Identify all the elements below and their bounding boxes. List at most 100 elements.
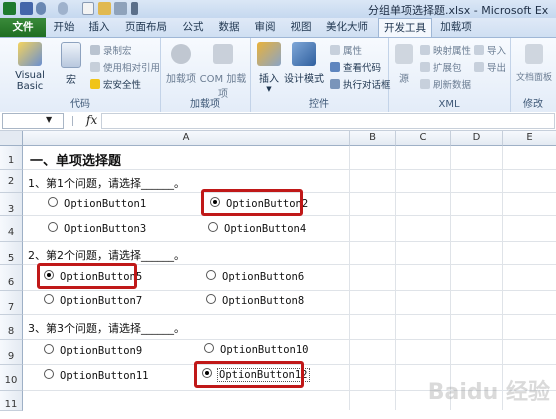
option-button-1[interactable]: OptionButton1	[48, 197, 146, 210]
expansion-pack-button[interactable]: 扩展包	[420, 60, 462, 74]
option-button-10[interactable]: OptionButton10	[204, 343, 309, 356]
row-header-9[interactable]: 9	[0, 340, 23, 365]
column-header-b[interactable]: B	[350, 131, 396, 146]
visual-basic-button[interactable]: Visual Basic	[4, 42, 56, 92]
import-button[interactable]: 导入	[474, 43, 506, 57]
option-button-3[interactable]: OptionButton3	[48, 222, 146, 235]
radio-icon	[44, 344, 54, 354]
select-all-corner[interactable]	[0, 131, 23, 146]
radio-icon	[206, 270, 216, 280]
tab-insert[interactable]: 插入	[82, 18, 116, 37]
map-properties-button[interactable]: 映射属性	[420, 43, 471, 57]
option-button-6[interactable]: OptionButton6	[206, 270, 304, 283]
tab-view[interactable]: 视图	[284, 18, 318, 37]
macros-icon	[61, 42, 81, 68]
save-icon[interactable]	[20, 2, 33, 15]
redo-icon[interactable]	[58, 2, 68, 15]
column-header-e[interactable]: E	[503, 131, 556, 146]
macros-button[interactable]: 宏	[60, 42, 82, 86]
question-1: 1、第1个问题，请选择______。	[28, 177, 185, 190]
insert-control-button[interactable]: 插入 ▼	[254, 42, 284, 93]
import-icon	[474, 45, 484, 55]
view-code-button[interactable]: 查看代码	[330, 60, 381, 74]
ribbon: Visual Basic 宏 录制宏 使用相对引用 宏安全性 代码 加载项 CO…	[0, 37, 556, 113]
watermark: Baidu 经验	[427, 380, 550, 405]
design-mode-icon	[292, 42, 316, 66]
fx-icon[interactable]: fx	[86, 113, 97, 127]
new-file-icon[interactable]	[82, 2, 94, 15]
tab-page-layout[interactable]: 页面布局	[118, 18, 174, 37]
group-addins: 加载项 COM 加载项 加载项	[160, 38, 251, 112]
group-code: Visual Basic 宏 录制宏 使用相对引用 宏安全性 代码	[0, 38, 161, 112]
name-box[interactable]	[2, 113, 64, 129]
undo-icon[interactable]	[36, 2, 46, 15]
open-icon[interactable]	[98, 2, 111, 15]
tab-formulas[interactable]: 公式	[176, 18, 210, 37]
source-button[interactable]: 源	[392, 44, 416, 85]
visual-basic-icon	[18, 42, 42, 66]
column-header-c[interactable]: C	[396, 131, 451, 146]
option-button-8[interactable]: OptionButton8	[206, 294, 304, 307]
com-addins-button[interactable]: COM 加载项	[198, 44, 248, 100]
map-properties-icon	[420, 45, 430, 55]
row-header-1[interactable]: 1	[0, 146, 23, 170]
record-macro-button[interactable]: 录制宏	[90, 43, 132, 57]
relative-ref-icon	[90, 62, 100, 72]
relative-ref-button[interactable]: 使用相对引用	[90, 60, 160, 74]
view-code-icon	[330, 62, 340, 72]
tab-addins[interactable]: 加载项	[434, 18, 478, 37]
row-header-7[interactable]: 7	[0, 291, 23, 315]
row-header-3[interactable]: 3	[0, 193, 23, 216]
column-header-a[interactable]: A	[23, 131, 350, 146]
toolbox-icon	[257, 42, 281, 66]
tab-home[interactable]: 开始	[48, 18, 80, 37]
properties-button[interactable]: 属性	[330, 43, 362, 57]
group-controls: 插入 ▼ 设计模式 属性 查看代码 执行对话框 控件	[250, 38, 391, 112]
option-button-11[interactable]: OptionButton11	[44, 369, 149, 382]
row-header-5[interactable]: 5	[0, 242, 23, 265]
window-title: 分组单项选择题.xlsx - Microsoft Ex	[368, 4, 549, 17]
row-header-10[interactable]: 10	[0, 365, 23, 391]
addins-button[interactable]: 加载项	[162, 44, 200, 85]
row-header-8[interactable]: 8	[0, 315, 23, 340]
group-modify: 文档面板 修改	[510, 38, 556, 112]
refresh-data-button[interactable]: 刷新数据	[420, 77, 471, 91]
group-label-modify: 修改	[523, 99, 543, 110]
print-icon[interactable]	[114, 2, 127, 15]
column-header-d[interactable]: D	[451, 131, 503, 146]
row-header-4[interactable]: 4	[0, 216, 23, 242]
refresh-icon	[420, 79, 430, 89]
row-header-11[interactable]: 11	[0, 391, 23, 411]
export-icon	[474, 62, 484, 72]
tab-beautify[interactable]: 美化大师	[320, 18, 374, 37]
tab-data[interactable]: 数据	[212, 18, 246, 37]
properties-icon	[330, 45, 340, 55]
tab-review[interactable]: 审阅	[248, 18, 282, 37]
source-icon	[395, 44, 413, 64]
document-panel-button[interactable]: 文档面板	[512, 44, 556, 83]
run-dialog-button[interactable]: 执行对话框	[330, 77, 391, 91]
formula-input[interactable]	[101, 113, 555, 129]
radio-icon	[204, 343, 214, 353]
row-header-6[interactable]: 6	[0, 265, 23, 291]
radio-icon	[208, 222, 218, 232]
design-mode-button[interactable]: 设计模式	[284, 42, 324, 85]
warning-icon	[90, 79, 100, 89]
group-label-code: 代码	[70, 99, 90, 110]
record-macro-icon	[90, 45, 100, 55]
row-header-2[interactable]: 2	[0, 170, 23, 193]
export-button[interactable]: 导出	[474, 60, 506, 74]
radio-icon	[44, 369, 54, 379]
question-2: 2、第2个问题，请选择______。	[28, 249, 185, 262]
option-button-9[interactable]: OptionButton9	[44, 344, 142, 357]
name-box-dropdown-icon[interactable]: ▼	[46, 115, 52, 124]
option-button-7[interactable]: OptionButton7	[44, 294, 142, 307]
customize-qat-icon[interactable]	[131, 2, 138, 15]
tab-file[interactable]: 文件	[0, 18, 46, 37]
tab-developer[interactable]: 开发工具	[378, 18, 432, 38]
option-button-4[interactable]: OptionButton4	[208, 222, 306, 235]
macro-security-button[interactable]: 宏安全性	[90, 77, 141, 91]
question-3: 3、第3个问题，请选择______。	[28, 322, 185, 335]
formula-bar: ▼ fx	[0, 112, 556, 131]
title-bar: 分组单项选择题.xlsx - Microsoft Ex	[0, 0, 556, 19]
